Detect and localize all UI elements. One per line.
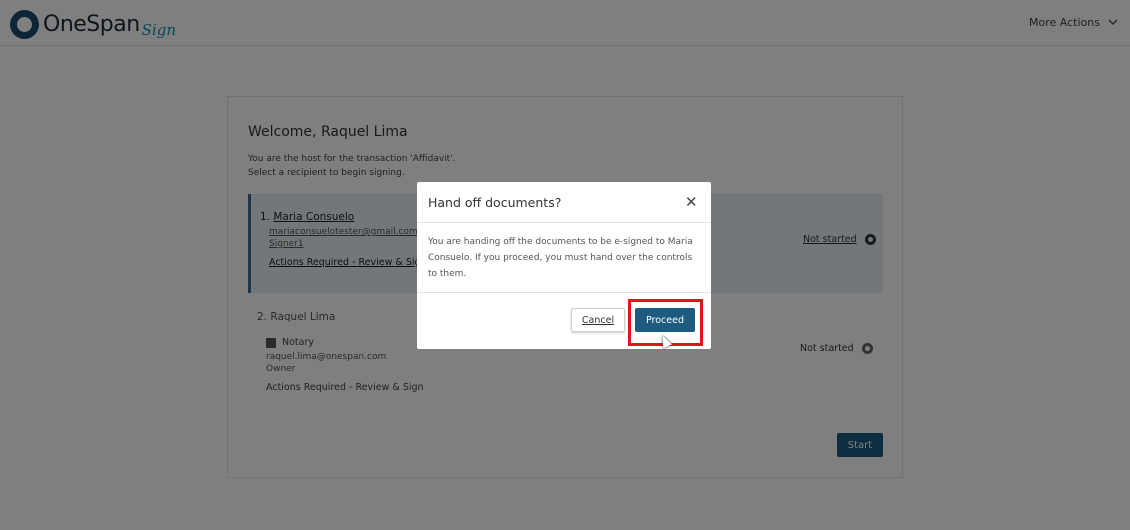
close-icon[interactable]: ✕ <box>685 193 698 211</box>
divider <box>417 292 711 293</box>
divider <box>417 222 711 223</box>
dialog-body: You are handing off the documents to be … <box>428 237 693 279</box>
dialog-title: Hand off documents? <box>428 195 562 210</box>
cancel-button[interactable]: Cancel <box>571 308 625 332</box>
